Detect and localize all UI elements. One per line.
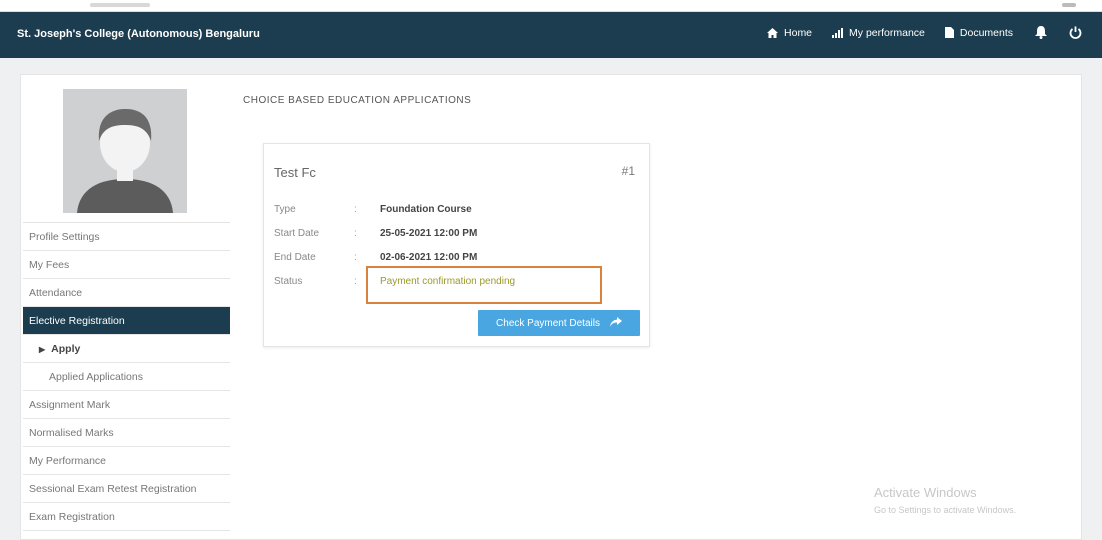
watermark-title: Activate Windows [874,485,977,500]
check-payment-details-button[interactable]: Check Payment Details [478,310,640,336]
detail-label: Start Date [274,228,320,239]
browser-corner-hint [1062,3,1076,7]
sidebar-item-attendance[interactable]: Attendance [23,279,230,307]
nav-my-performance-label: My performance [849,26,925,39]
share-arrow-icon [609,316,622,330]
document-icon [944,27,954,38]
top-navbar: St. Joseph's College (Autonomous) Bengal… [0,12,1102,58]
bar-chart-icon [832,27,844,38]
page-title: CHOICE BASED EDUCATION APPLICATIONS [243,95,472,106]
watermark-subtitle: Go to Settings to activate Windows. [874,505,1017,515]
detail-separator: : [354,228,357,239]
content-area: CHOICE BASED EDUCATION APPLICATIONS Test… [243,75,1081,539]
detail-value: 25-05-2021 12:00 PM [380,228,478,239]
detail-label: End Date [274,252,316,263]
check-payment-details-label: Check Payment Details [496,317,600,329]
detail-row-type: Type : Foundation Course [274,204,472,218]
home-icon [767,27,779,38]
nav-documents-link[interactable]: Documents [944,26,1013,39]
detail-row-start-date: Start Date : 25-05-2021 12:00 PM [274,228,477,242]
detail-separator: : [354,204,357,215]
caret-right-icon: ▶ [39,345,46,354]
card-number: #1 [621,164,635,178]
detail-value: Foundation Course [380,204,472,215]
sidebar-item-assignment-mark[interactable]: Assignment Mark [23,391,230,419]
sidebar-item-profile-settings[interactable]: Profile Settings [23,223,230,251]
sidebar-item-exam-registration[interactable]: Exam Registration [23,503,230,531]
main-panel: Profile Settings My Fees Attendance Elec… [20,74,1082,540]
sidebar-item-elective-registration[interactable]: Elective Registration [23,307,230,335]
status-value: Payment confirmation pending [380,276,516,287]
nav-home-label: Home [784,26,813,39]
detail-row-end-date: End Date : 02-06-2021 12:00 PM [274,252,477,266]
sidebar: Profile Settings My Fees Attendance Elec… [23,83,230,531]
browser-top-strip [0,0,1102,12]
detail-label: Status [274,276,303,287]
nav-home-link[interactable]: Home [767,27,812,39]
sidebar-item-normalised-marks[interactable]: Normalised Marks [23,419,230,447]
sidebar-item-apply-label: Apply [51,343,81,355]
activate-windows-watermark: Activate Windows Go to Settings to activ… [874,485,1016,515]
browser-tab-hint [90,3,150,7]
avatar [63,89,187,213]
power-icon[interactable] [1069,26,1082,39]
detail-value: 02-06-2021 12:00 PM [380,252,478,263]
detail-row-status: Status : Payment confirmation pending [274,276,515,290]
card-title: Test Fc [274,165,316,180]
sidebar-item-sessional-exam-retest[interactable]: Sessional Exam Retest Registration [23,475,230,503]
detail-label: Type [274,204,296,215]
college-brand[interactable]: St. Joseph's College (Autonomous) Bengal… [17,28,260,40]
avatar-container [23,83,230,223]
sidebar-item-apply[interactable]: ▶ Apply [23,335,230,363]
application-card: Test Fc #1 Type : Foundation Course Star… [263,143,650,347]
detail-separator: : [354,252,357,263]
bell-icon[interactable] [1035,26,1047,39]
nav-my-performance-link[interactable]: My performance [832,27,925,39]
detail-separator: : [354,276,357,287]
sidebar-item-my-performance[interactable]: My Performance [23,447,230,475]
nav-documents-label: Documents [959,26,1013,39]
navbar-links: Home My performance Documents [747,26,1082,39]
sidebar-item-my-fees[interactable]: My Fees [23,251,230,279]
sidebar-item-applied-applications[interactable]: Applied Applications [23,363,230,391]
